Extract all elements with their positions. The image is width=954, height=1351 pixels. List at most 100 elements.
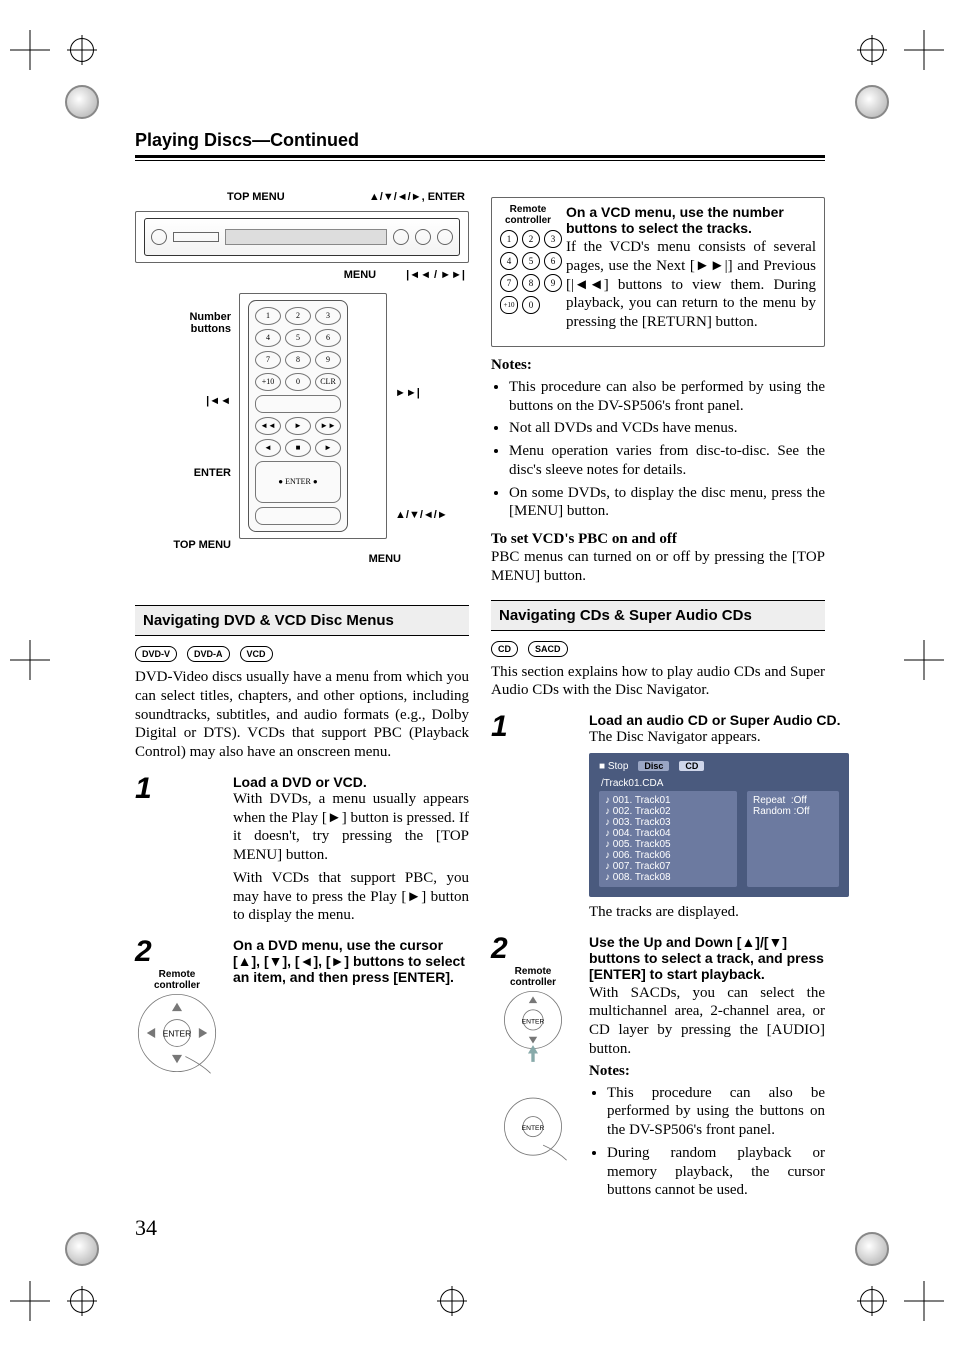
- nav-track: ♪ 007. Track07: [605, 861, 731, 872]
- callout-cursor-enter: ▲/▼/◄/►, ENTER: [369, 191, 465, 203]
- section-dvd-vcd: Navigating DVD & VCD Disc Menus: [135, 605, 469, 636]
- badge: VCD: [240, 646, 273, 662]
- notes-list: This procedure can also be performed by …: [491, 378, 825, 521]
- cd-step-2: 2 Remote controller ENTER: [491, 934, 825, 1205]
- note-item: Menu operation varies from disc-to-disc.…: [509, 442, 825, 480]
- registration-mark-icon: [70, 1289, 94, 1313]
- nav-track: ♪ 005. Track05: [605, 839, 731, 850]
- notes-heading: Notes:: [589, 1063, 825, 1080]
- step-number: 2: [135, 937, 219, 967]
- section-cd-sacd: Navigating CDs & Super Audio CDs: [491, 600, 825, 631]
- svg-text:ENTER: ENTER: [163, 1028, 191, 1038]
- badge: DVD-V: [135, 646, 177, 662]
- cd-step-1: 1 Load an audio CD or Super Audio CD. Th…: [491, 712, 825, 922]
- nav-track-list: ♪ 001. Track01 ♪ 002. Track02 ♪ 003. Tra…: [599, 791, 737, 887]
- nav-track: ♪ 002. Track02: [605, 806, 731, 817]
- nav-status: ■ Stop: [599, 761, 628, 772]
- step-heading: Load a DVD or VCD.: [233, 774, 469, 790]
- registration-mark-icon: [860, 1289, 884, 1313]
- binder-hole-icon: [855, 1232, 889, 1266]
- step-heading: Load an audio CD or Super Audio CD.: [589, 712, 849, 728]
- step-heading: On a DVD menu, use the cursor [▲], [▼], …: [233, 937, 469, 985]
- callout-prev-next: |◄◄ / ►►|: [406, 269, 465, 281]
- nav-path: /Track01.CDA: [601, 778, 839, 789]
- disc-navigator-screen: ■ Stop Disc CD /Track01.CDA ♪ 001. Track…: [589, 753, 849, 897]
- step-heading: Use the Up and Down [▲]/[▼] buttons to s…: [589, 934, 825, 982]
- badge: CD: [491, 641, 518, 657]
- running-head-title: Playing Discs: [135, 130, 252, 150]
- dpad-enter-illustration: ENTER: [491, 1093, 575, 1174]
- step-body: With VCDs that support PBC, you may have…: [233, 869, 469, 925]
- right-column: Remote controller 1 2 3 4 5 6 7 8 9 +10: [491, 191, 825, 1204]
- nav-track: ♪ 006. Track06: [605, 850, 731, 861]
- cd-intro: This section explains how to play audio …: [491, 663, 825, 701]
- keypad-illustration: 1 2 3 4 5 6 7 8 9 +10 0: [500, 230, 556, 314]
- notes-heading: Notes:: [491, 357, 825, 374]
- nav-side-row: Repeat :Off: [753, 795, 833, 806]
- pbc-body: PBC menus can turned on or off by pressi…: [491, 548, 825, 586]
- callout-top-menu: TOP MENU: [227, 191, 285, 203]
- step-body: The tracks are displayed.: [589, 903, 849, 922]
- dvd-step-2: 2 Remote controller ENTER On a DVD menu,: [135, 937, 469, 1080]
- dpad-illustration: ENTER: [491, 988, 575, 1094]
- running-head: Playing Discs—Continued: [135, 130, 825, 151]
- registration-mark-icon: [70, 38, 94, 62]
- crop-mark-icon: [904, 640, 944, 680]
- callout-prev: |◄◄: [206, 395, 231, 407]
- binder-hole-icon: [855, 85, 889, 119]
- callout-menu-2: MENU: [369, 553, 401, 565]
- vcd-number-box: Remote controller 1 2 3 4 5 6 7 8 9 +10: [491, 197, 825, 347]
- notes-list: This procedure can also be performed by …: [589, 1084, 825, 1201]
- step-number: 1: [491, 712, 575, 922]
- remote-controller-label: Remote controller: [500, 204, 556, 226]
- vcd-box-heading: On a VCD menu, use the number buttons to…: [566, 204, 816, 236]
- svg-text:ENTER: ENTER: [522, 1018, 545, 1025]
- binder-hole-icon: [65, 1232, 99, 1266]
- callout-number-buttons: Number buttons: [189, 311, 231, 335]
- dvd-step-1: 1 Load a DVD or VCD. With DVDs, a menu u…: [135, 774, 469, 925]
- nav-side-panel: Repeat :Off Random :Off: [747, 791, 839, 887]
- crop-mark-icon: [10, 30, 50, 70]
- remote-controller-label: Remote controller: [135, 969, 219, 991]
- nav-track: ♪ 003. Track03: [605, 817, 731, 828]
- nav-disc-label: Disc: [638, 761, 669, 771]
- badge: DVD-A: [187, 646, 230, 662]
- remote-controller-label: Remote controller: [491, 966, 575, 988]
- step-body: The Disc Navigator appears.: [589, 728, 849, 747]
- step-number: 1: [135, 774, 219, 925]
- svg-text:ENTER: ENTER: [522, 1125, 545, 1132]
- nav-disc-value: CD: [679, 761, 704, 771]
- nav-track: ♪ 001. Track01: [605, 795, 731, 806]
- crop-mark-icon: [10, 1281, 50, 1321]
- crop-mark-icon: [904, 1281, 944, 1321]
- note-item: During random playback or memory playbac…: [607, 1144, 825, 1200]
- note-item: This procedure can also be performed by …: [607, 1084, 825, 1140]
- badge: SACD: [528, 641, 568, 657]
- crop-mark-icon: [10, 640, 50, 680]
- step-body: With DVDs, a menu usually appears when t…: [233, 790, 469, 865]
- running-head-continued: —Continued: [252, 130, 359, 150]
- remote-illustration: 123 456 789 +100CLR ◄◄►►► ◄■► ● ENTER ●: [239, 293, 387, 539]
- registration-mark-icon: [860, 38, 884, 62]
- crop-mark-icon: [904, 30, 944, 70]
- nav-track: ♪ 008. Track08: [605, 872, 731, 883]
- registration-mark-icon: [440, 1289, 464, 1313]
- callout-enter: ENTER: [194, 467, 231, 479]
- vcd-box-body: If the VCD's menu consists of several pa…: [566, 238, 816, 332]
- note-item: This procedure can also be performed by …: [509, 378, 825, 416]
- rule: [135, 155, 825, 158]
- callout-cursor: ▲/▼/◄/►: [395, 509, 455, 521]
- panel-labels: TOP MENU ▲/▼/◄/►, ENTER: [135, 191, 469, 205]
- panel-labels-bottom: MENU |◄◄ / ►►|: [135, 269, 469, 281]
- disc-badges: DVD-V DVD-A VCD: [135, 644, 469, 662]
- note-item: Not all DVDs and VCDs have menus.: [509, 419, 825, 438]
- nav-side-row: Random :Off: [753, 806, 833, 817]
- page-number: 34: [135, 1215, 157, 1241]
- binder-hole-icon: [65, 85, 99, 119]
- dpad-illustration: ENTER: [135, 991, 219, 1080]
- dvd-intro: DVD-Video discs usually have a menu from…: [135, 668, 469, 762]
- pbc-heading: To set VCD's PBC on and off: [491, 531, 825, 548]
- callout-next: ►►|: [395, 387, 455, 399]
- callout-menu: MENU: [344, 269, 376, 281]
- rule: [135, 160, 825, 161]
